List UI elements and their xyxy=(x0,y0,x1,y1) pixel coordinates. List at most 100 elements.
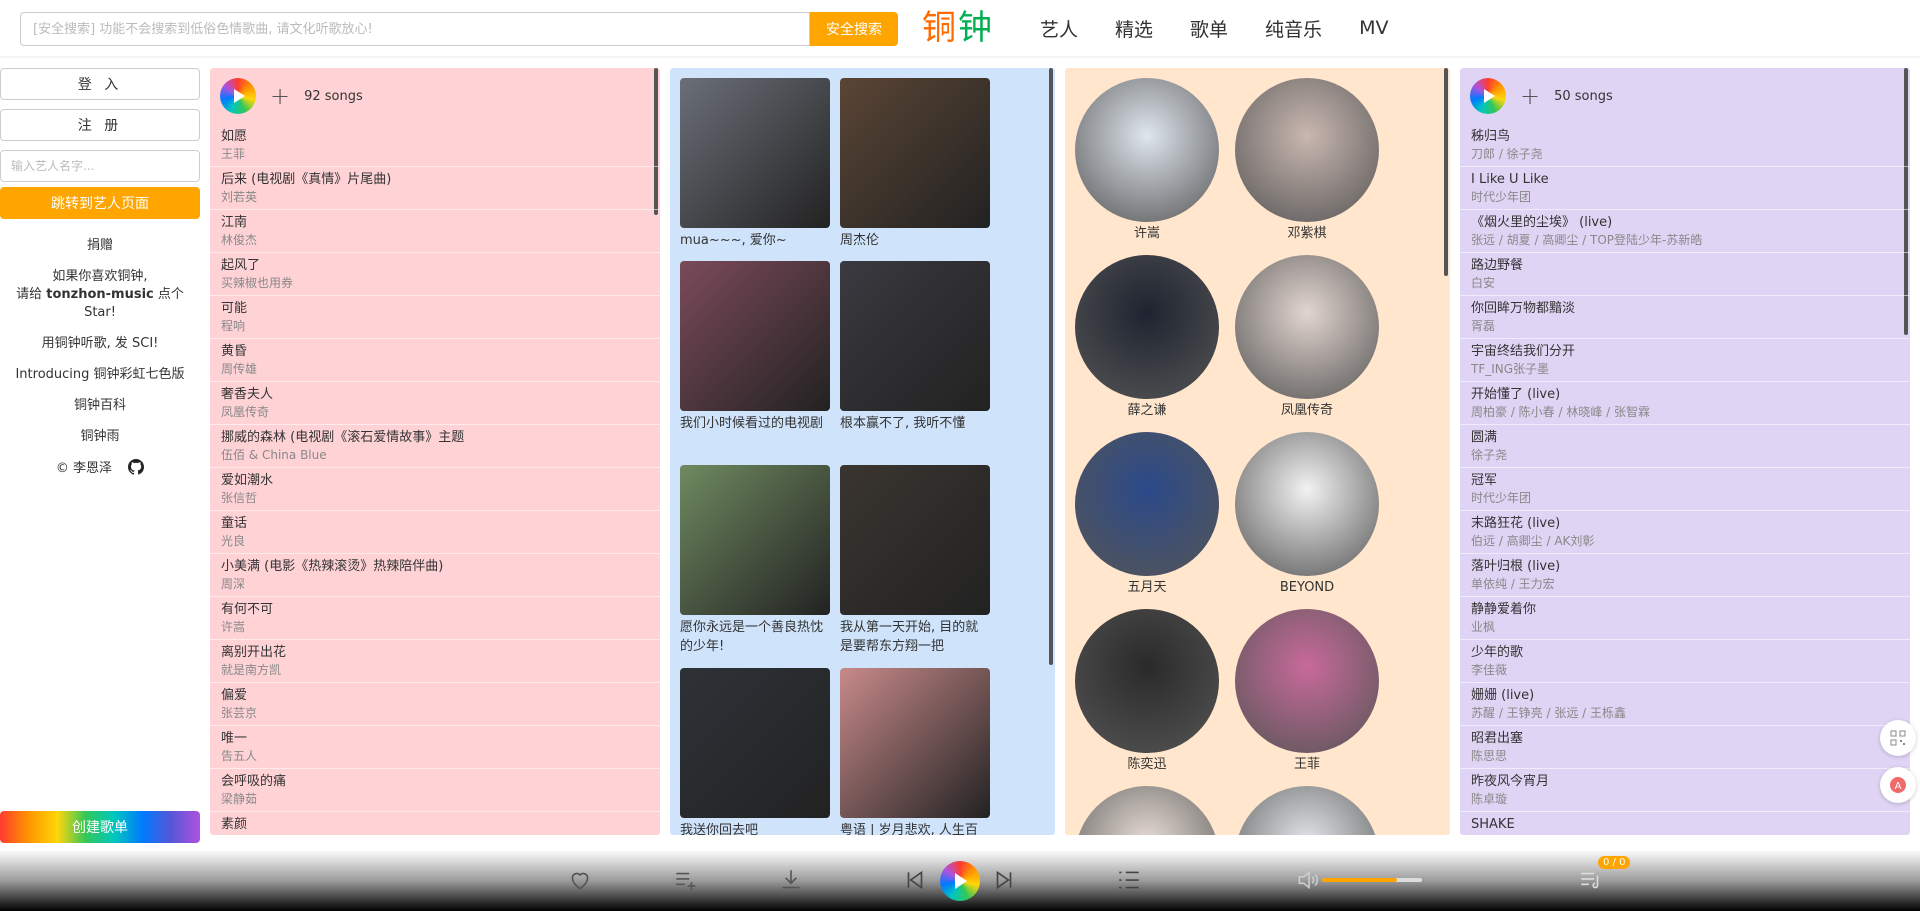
song-artist[interactable]: 凤凰传奇 xyxy=(221,404,649,421)
song-artist[interactable]: 陈思思 xyxy=(1471,748,1899,765)
artists-scrollbar[interactable] xyxy=(1444,68,1448,276)
song-title[interactable]: 童话 xyxy=(221,515,649,533)
song-title[interactable]: 后来 (电视剧《真情》片尾曲) xyxy=(221,171,649,189)
song-row[interactable]: 唯一 告五人 xyxy=(210,726,660,769)
song-row[interactable]: 路边野餐 白安 xyxy=(1460,253,1910,296)
artist-avatar[interactable] xyxy=(1235,609,1379,753)
rainbow-edition-link[interactable]: Introducing 铜钟彩虹七色版 xyxy=(0,366,200,384)
song-row[interactable]: 静静爱着你 业枫 xyxy=(1460,597,1910,640)
artist-card[interactable] xyxy=(1235,786,1379,835)
song-artist[interactable]: 张信哲 xyxy=(221,490,649,507)
song-title[interactable]: 圆满 xyxy=(1471,429,1899,447)
song-row[interactable]: 开始懂了 (live) 周柏豪 / 陈小春 / 林晓峰 / 张智霖 xyxy=(1460,382,1910,425)
song-artist[interactable]: 程响 xyxy=(221,318,649,335)
nav-artists[interactable]: 艺人 xyxy=(1040,15,1078,42)
song-title[interactable]: 开始懂了 (live) xyxy=(1471,386,1899,404)
playlist-card[interactable]: 我从第一天开始, 目的就是要帮东方翔一把 xyxy=(840,465,990,656)
playlist-cover[interactable] xyxy=(840,668,990,818)
register-button[interactable]: 注 册 xyxy=(0,109,200,141)
song-title[interactable]: 起风了 xyxy=(221,257,649,275)
song-row[interactable]: 如愿 王菲 xyxy=(210,124,660,167)
artist-card[interactable]: 许嵩 xyxy=(1075,78,1219,244)
song-artist[interactable]: 白安 xyxy=(1471,275,1899,292)
song-title[interactable]: 静静爱着你 xyxy=(1471,601,1899,619)
song-artist[interactable]: 周柏豪 / 陈小春 / 林晓峰 / 张智霖 xyxy=(1471,404,1899,421)
song-artist[interactable]: 张芸京 xyxy=(221,705,649,722)
artist-card[interactable]: 陈奕迅 xyxy=(1075,609,1219,775)
qr-code-icon[interactable] xyxy=(1880,720,1916,756)
playlist-card[interactable]: 粤语 | 岁月悲欢, 人生百 xyxy=(840,668,990,835)
song-title[interactable]: 路边野餐 xyxy=(1471,257,1899,275)
artist-name[interactable]: 许嵩 xyxy=(1075,224,1219,244)
playlist-cover[interactable] xyxy=(840,261,990,411)
song-row[interactable]: 秭归鸟 刀郎 / 徐子尧 xyxy=(1460,124,1910,167)
playlist-title[interactable]: 我从第一天开始, 目的就是要帮东方翔一把 xyxy=(840,618,990,656)
playlist-title[interactable]: 我们小时候看过的电视剧 xyxy=(680,414,830,433)
playlist-cover[interactable] xyxy=(680,261,830,411)
song-row[interactable]: 会呼吸的痛 梁静茹 xyxy=(210,769,660,812)
song-title[interactable]: 可能 xyxy=(221,300,649,318)
song-artist[interactable]: 徐子尧 xyxy=(1471,447,1899,464)
song-row[interactable]: 挪威的森林 (电视剧《滚石爱情故事》主题 伍佰 & China Blue xyxy=(210,425,660,468)
song-row[interactable]: 素颜许嵩 / 何曼婷 xyxy=(210,812,660,835)
song-artist[interactable]: 周深 xyxy=(221,576,649,593)
song-row[interactable]: 奢香夫人 凤凰传奇 xyxy=(210,382,660,425)
song-row[interactable]: 昭君出塞 陈思思 xyxy=(1460,726,1910,769)
song-title[interactable]: 如愿 xyxy=(221,128,649,146)
song-title[interactable]: 素颜 xyxy=(221,816,649,834)
song-row[interactable]: 起风了 买辣椒也用券 xyxy=(210,253,660,296)
playlist-card[interactable]: 愿你永远是一个善良热忱的少年! xyxy=(680,465,830,656)
song-row[interactable]: 冠军 时代少年团 xyxy=(1460,468,1910,511)
song-title[interactable]: 你回眸万物都黯淡 xyxy=(1471,300,1899,318)
playlist-card[interactable]: 我送你回去吧 xyxy=(680,668,830,835)
song-title[interactable]: 冠军 xyxy=(1471,472,1899,490)
volume-icon[interactable] xyxy=(1295,867,1321,893)
github-repo-link[interactable]: tonzhon-music xyxy=(46,287,154,302)
song-title[interactable]: 江南 xyxy=(221,214,649,232)
playlist-card[interactable]: 我们小时候看过的电视剧 xyxy=(680,261,830,433)
song-title[interactable]: I Like U Like xyxy=(1471,171,1899,189)
artist-name[interactable]: 王菲 xyxy=(1235,755,1379,775)
song-artist[interactable]: 陈卓璇 xyxy=(1471,791,1899,808)
previous-icon[interactable] xyxy=(902,867,928,893)
song-artist[interactable]: 时代少年团 xyxy=(1471,189,1899,206)
download-icon[interactable] xyxy=(778,867,804,893)
artist-card[interactable] xyxy=(1075,786,1219,835)
song-artist[interactable]: 时代少年团 xyxy=(1471,490,1899,507)
artist-card[interactable]: 薛之谦 xyxy=(1075,255,1219,421)
song-artist[interactable]: TF_ING张子墨 xyxy=(1471,361,1899,378)
song-row[interactable]: 宇宙终结我们分开 TF_ING张子墨 xyxy=(1460,339,1910,382)
song-title[interactable]: 黄昏 xyxy=(221,343,649,361)
tonzhon-logo[interactable]: 铜钟 xyxy=(922,4,994,52)
heart-icon[interactable] xyxy=(567,867,593,893)
song-title[interactable]: 落叶归根 (live) xyxy=(1471,558,1899,576)
artist-avatar[interactable] xyxy=(1075,255,1219,399)
playlist-cover[interactable] xyxy=(680,78,830,228)
safe-search-button[interactable]: 安全搜索 xyxy=(810,12,898,46)
song-title[interactable]: 小美满 (电影《热辣滚烫》热辣陪伴曲) xyxy=(221,558,649,576)
song-title[interactable]: 昨夜风今宵月 xyxy=(1471,773,1899,791)
artist-name[interactable]: 五月天 xyxy=(1075,578,1219,598)
song-artist[interactable]: 胥磊 xyxy=(1471,318,1899,335)
artist-name[interactable]: 凤凰传奇 xyxy=(1235,401,1379,421)
next-icon[interactable] xyxy=(991,867,1017,893)
artist-avatar[interactable] xyxy=(1075,78,1219,222)
nav-featured[interactable]: 精选 xyxy=(1115,15,1153,42)
song-artist[interactable]: 苏醒 / 王铮亮 / 张远 / 王栎鑫 xyxy=(1471,705,1899,722)
song-artist[interactable]: 周传雄 xyxy=(221,361,649,378)
song-artist[interactable]: 伯远 / 高卿尘 / AK刘彰 xyxy=(1471,533,1899,550)
song-row[interactable]: SHAKE覃迹宏 xyxy=(1460,812,1910,835)
song-artist[interactable]: 林俊杰 xyxy=(221,232,649,249)
play-all-icon[interactable] xyxy=(220,78,256,114)
song-row[interactable]: 圆满 徐子尧 xyxy=(1460,425,1910,468)
song-title[interactable]: 少年的歌 xyxy=(1471,644,1899,662)
song-title[interactable]: 秭归鸟 xyxy=(1471,128,1899,146)
add-all-icon[interactable]: + xyxy=(1520,78,1540,114)
song-title[interactable]: 宇宙终结我们分开 xyxy=(1471,343,1899,361)
artist-name[interactable]: 邓紫棋 xyxy=(1235,224,1379,244)
playlist-title[interactable]: mua~~~, 爱你~ xyxy=(680,231,830,250)
song-row[interactable]: 昨夜风今宵月 陈卓璇 xyxy=(1460,769,1910,812)
nav-playlists[interactable]: 歌单 xyxy=(1190,15,1228,42)
song-title[interactable]: 昭君出塞 xyxy=(1471,730,1899,748)
playlist-title[interactable]: 周杰伦 xyxy=(840,231,990,250)
